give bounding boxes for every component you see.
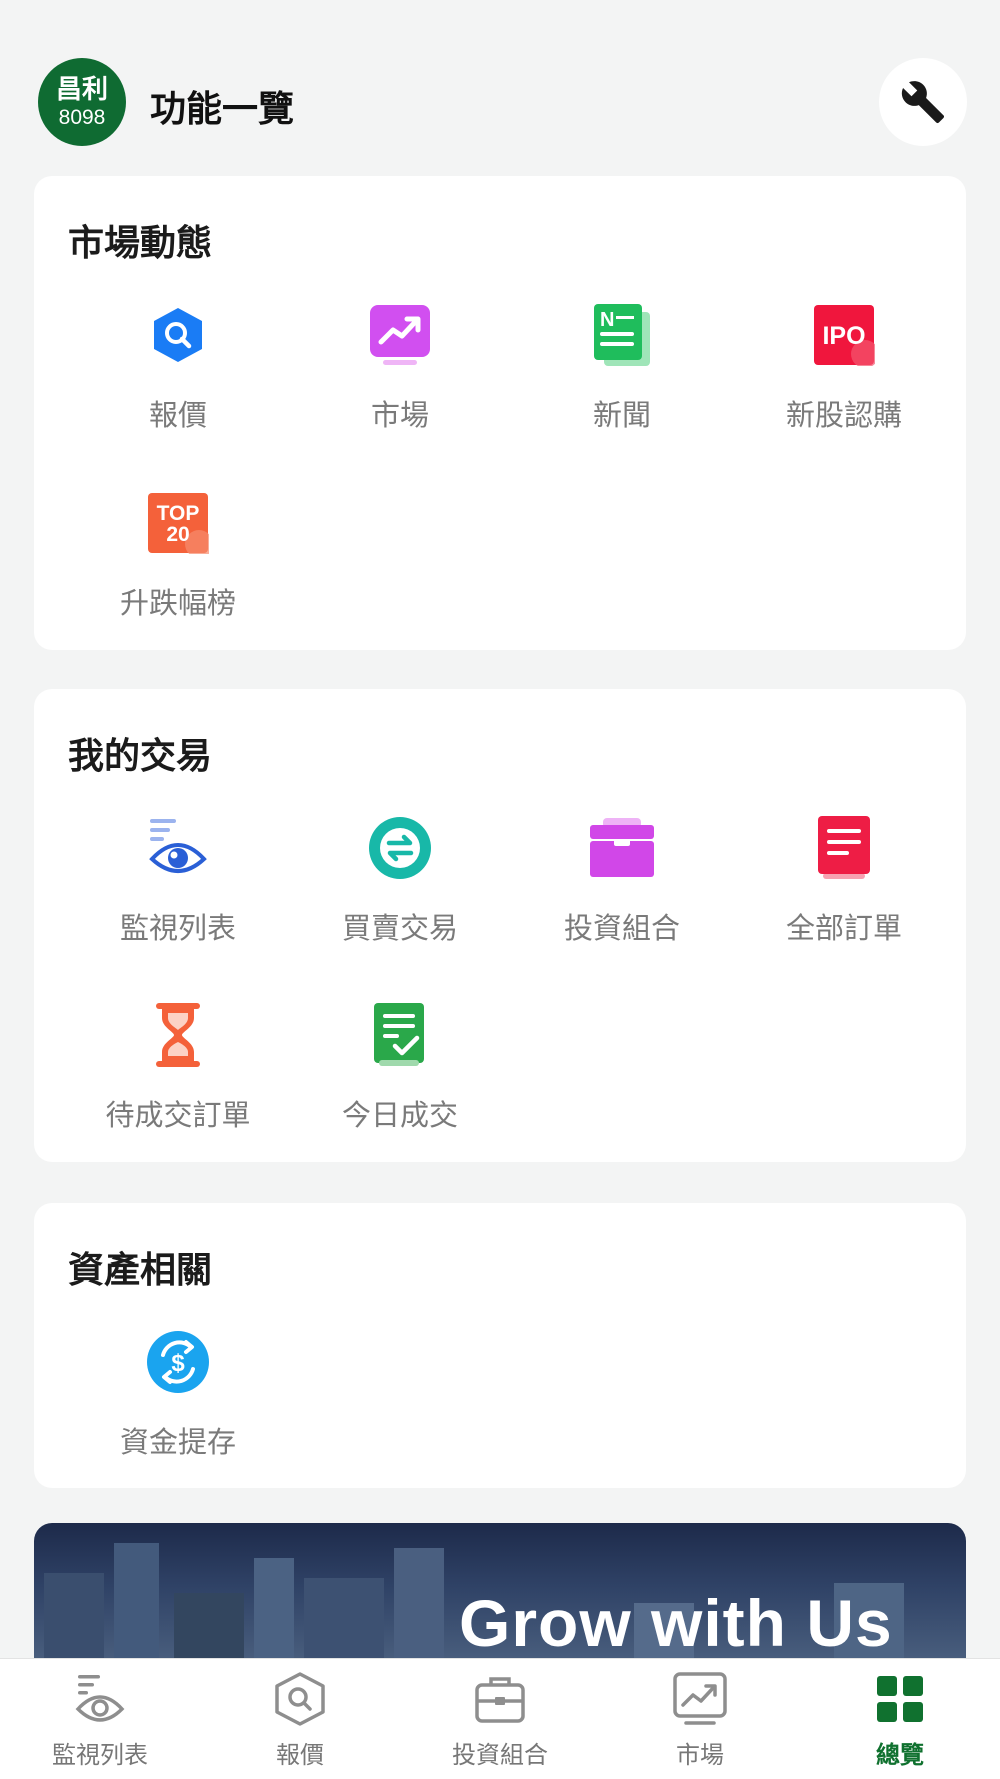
logo-code: 8098 xyxy=(58,105,106,129)
trend-chart-icon xyxy=(670,1669,730,1729)
tab-quote[interactable]: 報價 xyxy=(200,1669,400,1779)
bottom-tab-bar: 監視列表 報價 投資組合 市場 總覽 xyxy=(0,1658,1000,1779)
feature-label: 監視列表 xyxy=(119,911,236,945)
svg-text:IPO: IPO xyxy=(822,322,865,350)
briefcase-icon xyxy=(470,1669,530,1729)
tab-label: 監視列表 xyxy=(52,1741,148,1769)
ipo-icon: IPO xyxy=(809,300,879,370)
feature-top-movers[interactable]: TOP 20 升跌幅榜 xyxy=(67,488,289,658)
feature-label: 待成交訂單 xyxy=(105,1098,251,1132)
tab-watchlist[interactable]: 監視列表 xyxy=(0,1669,200,1779)
city-skyline xyxy=(114,1543,159,1663)
feature-market[interactable]: 市場 xyxy=(289,300,511,470)
tab-label: 總覽 xyxy=(876,1741,924,1769)
tab-label: 投資組合 xyxy=(452,1741,548,1769)
grid-icon xyxy=(870,1669,930,1729)
section-title: 市場動態 xyxy=(68,223,213,264)
feature-label: 新聞 xyxy=(592,398,651,432)
feature-label: 買賣交易 xyxy=(341,911,458,945)
header: 昌利 8098 功能一覽 xyxy=(0,0,1000,170)
section-assets: 資產相關 $ 資金提存 xyxy=(34,1203,966,1488)
feature-label: 投資組合 xyxy=(563,911,680,945)
feature-label: 報價 xyxy=(148,398,207,432)
top20-icon: TOP 20 xyxy=(143,488,213,558)
newspaper-icon: N xyxy=(587,300,657,370)
feature-portfolio[interactable]: 投資組合 xyxy=(511,813,733,983)
svg-text:$: $ xyxy=(171,1350,185,1377)
feature-trade[interactable]: 買賣交易 xyxy=(289,813,511,983)
svg-text:TOP: TOP xyxy=(157,502,200,525)
tab-label: 報價 xyxy=(276,1741,324,1769)
feature-pending-orders[interactable]: 待成交訂單 xyxy=(67,1000,289,1170)
trend-chart-icon xyxy=(365,300,435,370)
feature-news[interactable]: N 新聞 xyxy=(511,300,733,470)
feature-today-trades[interactable]: 今日成交 xyxy=(289,1000,511,1170)
city-skyline xyxy=(304,1578,384,1663)
exchange-arrows-icon xyxy=(365,813,435,883)
feature-all-orders[interactable]: 全部訂單 xyxy=(733,813,955,983)
settings-button[interactable] xyxy=(879,58,967,146)
tab-label: 市場 xyxy=(676,1741,724,1769)
feature-label: 資金提存 xyxy=(119,1425,236,1459)
svg-text:N: N xyxy=(600,309,614,331)
svg-text:20: 20 xyxy=(166,523,189,546)
feature-label: 今日成交 xyxy=(341,1098,458,1132)
brand-logo: 昌利 8098 xyxy=(38,58,126,146)
section-title: 我的交易 xyxy=(68,736,213,777)
feature-label: 全部訂單 xyxy=(785,911,902,945)
hourglass-icon xyxy=(143,1000,213,1070)
page-title: 功能一覽 xyxy=(150,89,295,130)
feature-label: 升跌幅榜 xyxy=(119,586,236,620)
city-skyline xyxy=(44,1573,104,1663)
city-skyline xyxy=(394,1548,444,1663)
city-skyline xyxy=(174,1593,244,1663)
dollar-transfer-icon: $ xyxy=(143,1327,213,1397)
checklist-icon xyxy=(365,1000,435,1070)
portfolio-box-icon xyxy=(587,813,657,883)
search-hexagon-icon xyxy=(270,1669,330,1729)
feature-watchlist[interactable]: 監視列表 xyxy=(67,813,289,983)
section-my-trading: 我的交易 監視列表 買賣交易 投資組合 全部訂單 待成交訂單 今日成交 xyxy=(34,689,966,1162)
tab-portfolio[interactable]: 投資組合 xyxy=(400,1669,600,1779)
logo-text: 昌利 xyxy=(55,74,108,105)
promo-banner[interactable]: Grow with Us xyxy=(34,1523,966,1663)
watchlist-eye-icon xyxy=(70,1669,130,1729)
tab-market[interactable]: 市場 xyxy=(600,1669,800,1779)
feature-ipo[interactable]: IPO 新股認購 xyxy=(733,300,955,470)
order-list-icon xyxy=(809,813,879,883)
city-skyline xyxy=(254,1558,294,1663)
search-hexagon-icon xyxy=(143,300,213,370)
feature-label: 新股認購 xyxy=(785,398,902,432)
tab-overview[interactable]: 總覽 xyxy=(800,1669,1000,1779)
section-title: 資產相關 xyxy=(68,1250,213,1291)
banner-text: Grow with Us xyxy=(459,1586,893,1660)
section-market-dynamics: 市場動態 報價 市場 N 新聞 IPO 新股認購 TOP 20 升跌幅榜 xyxy=(34,176,966,650)
wrench-icon xyxy=(901,81,945,124)
watchlist-eye-icon xyxy=(143,813,213,883)
feature-label: 市場 xyxy=(370,398,429,432)
feature-fund-transfer[interactable]: $ 資金提存 xyxy=(67,1327,289,1497)
feature-quote[interactable]: 報價 xyxy=(67,300,289,470)
